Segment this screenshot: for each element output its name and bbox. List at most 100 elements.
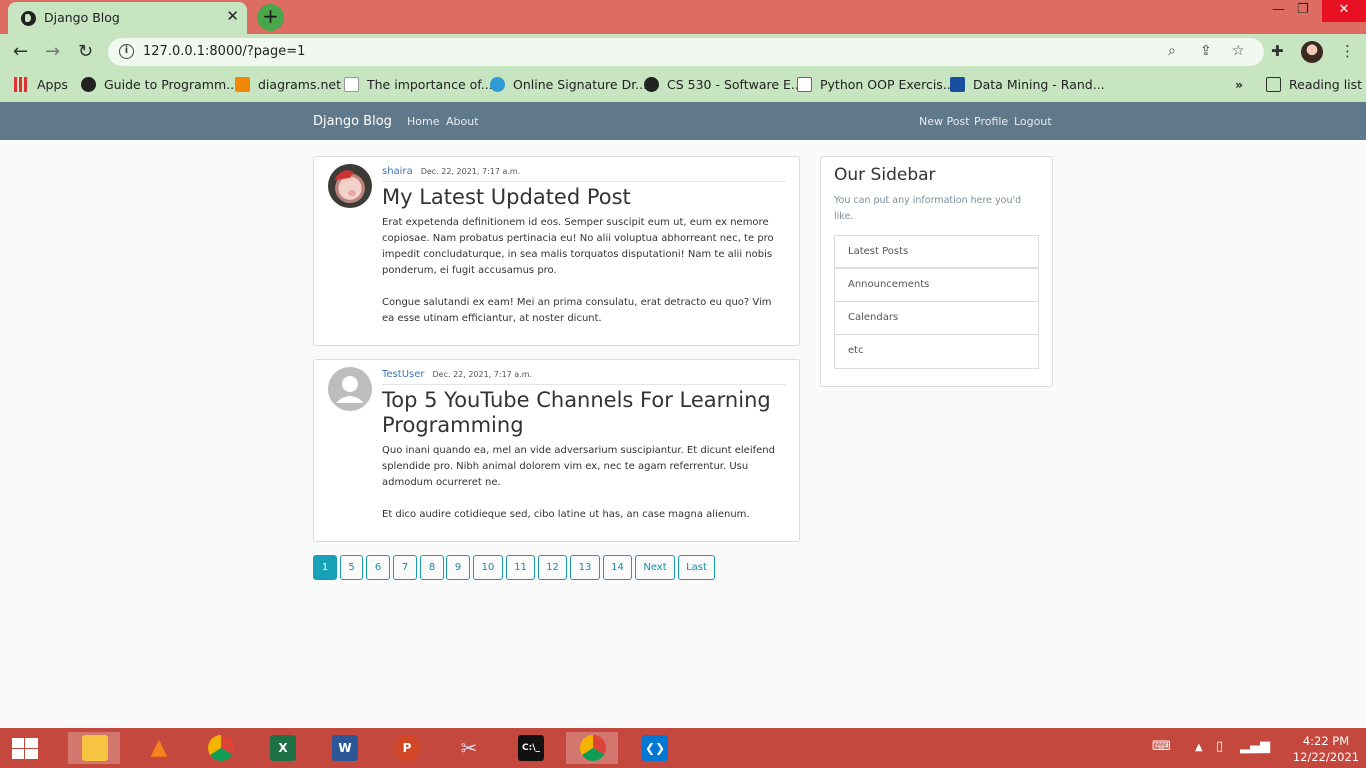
browser-tab[interactable]: Django Blog ✕ [8,2,247,34]
vlc-app[interactable]: ▲ [132,732,184,764]
share-icon[interactable]: ⇪ [1200,43,1212,59]
clock-time: 4:22 PM [1302,734,1350,748]
nav-home[interactable]: Home [407,115,439,128]
bookmark-apps[interactable]: Apps [14,77,68,92]
excel-app[interactable]: X [256,732,308,764]
page-button[interactable]: 9 [446,555,470,580]
forward-icon[interactable]: → [45,41,60,62]
nav-logout[interactable]: Logout [1014,115,1052,128]
post-date: Dec. 22, 2021, 7:17 a.m. [432,370,533,379]
reload-icon[interactable]: ↻ [78,41,93,62]
bookmark-star-icon[interactable]: ☆ [1232,43,1245,59]
excel-icon: X [270,735,296,761]
sidebar-item-calendars[interactable]: Calendars [835,302,1038,335]
page-button[interactable]: 13 [570,555,600,580]
page-button[interactable]: 5 [340,555,363,580]
bookmark-item[interactable]: Guide to Programm... [81,77,238,92]
post-author-link[interactable]: shaira [382,166,413,177]
post-paragraph: Quo inani quando ea, mel an vide adversa… [382,445,775,488]
bookmark-item[interactable]: CS 530 - Software E... [644,77,803,92]
nav-new-post[interactable]: New Post [919,115,970,128]
page-button[interactable]: 11 [506,555,535,580]
page-button[interactable]: 6 [366,555,390,580]
zoom-icon[interactable]: ⌕ [1168,43,1176,59]
clock-date: 12/22/2021 [1292,750,1360,764]
next-page-button[interactable]: Next [635,555,675,580]
bookmark-item[interactable]: diagrams.net [235,77,341,92]
chrome-profile-icon [580,735,606,761]
volume-icon[interactable]: 🔈︎ [1265,739,1273,754]
keyboard-icon[interactable]: ⌨ [1152,739,1171,754]
pig-avatar-icon [334,170,361,199]
vscode-app[interactable]: ❮❯ [628,732,680,764]
bookmarks-bar: Apps Guide to Programm... diagrams.net T… [0,70,1366,102]
page-button[interactable]: 12 [538,555,567,580]
snipping-tool-app[interactable]: ✂ [442,732,494,764]
post-paragraph: Erat expetenda definitionem id eos. Semp… [382,217,774,276]
back-icon[interactable]: ← [13,41,28,62]
new-tab-button[interactable]: + [257,4,284,31]
sidebar-list: Latest Posts Announcements Calendars etc [834,235,1039,369]
windows-start-icon[interactable] [12,738,38,759]
close-tab-icon[interactable]: ✕ [226,7,239,25]
avatar[interactable] [328,367,372,411]
sidebar-item-latest-posts[interactable]: Latest Posts [835,236,1038,269]
url-text[interactable]: 127.0.0.1:8000/?page=1 [143,44,305,59]
folder-icon [82,735,108,761]
sidebar-card: Our Sidebar You can put any information … [820,156,1053,387]
sidebar-item-etc[interactable]: etc [835,335,1038,368]
page-button[interactable]: 7 [393,555,417,580]
post-paragraph: Congue salutandi ex eam! Mei an prima co… [382,297,772,324]
globe-icon [81,77,96,92]
post-meta: shaira Dec. 22, 2021, 7:17 a.m. [382,166,520,177]
chrome-app-active[interactable] [566,732,618,764]
article-icon [344,77,359,92]
avatar[interactable] [328,164,372,208]
taskbar-clock[interactable]: 4:22 PM 12/22/2021 [1292,733,1360,765]
extensions-icon[interactable]: ✚ [1271,42,1284,60]
last-page-button[interactable]: Last [678,555,715,580]
nav-profile[interactable]: Profile [974,115,1008,128]
sidebar-item-announcements[interactable]: Announcements [835,269,1038,302]
windows-taskbar: ▲ X W P ✂ C:\_ ❮❯ ⌨ ▲ ▯ ▂▄▆ 🔈︎ 4:22 PM 1… [0,728,1366,768]
terminal-app[interactable]: C:\_ [504,732,556,764]
chrome-icon [208,735,234,761]
vscode-icon: ❮❯ [642,735,668,761]
reading-list-button[interactable]: Reading list [1266,77,1362,92]
file-explorer-app[interactable] [68,732,120,764]
chrome-app[interactable] [194,732,246,764]
diagrams-icon [235,77,250,92]
post-author-link[interactable]: TestUser [382,369,425,380]
sidebar-subtitle: You can put any information here you'd l… [834,195,1022,222]
word-app[interactable]: W [318,732,370,764]
post-title[interactable]: Top 5 YouTube Channels For Learning Prog… [382,388,786,438]
address-bar[interactable]: i 127.0.0.1:8000/?page=1 ⌕ ⇪ ☆ [108,38,1264,66]
menu-icon[interactable]: ⋮ [1340,42,1355,60]
globe-icon [644,77,659,92]
post-meta: TestUser Dec. 22, 2021, 7:17 a.m. [382,369,532,380]
page-button-current[interactable]: 1 [313,555,337,580]
powerpoint-app[interactable]: P [380,732,432,764]
minimize-icon[interactable]: — [1272,2,1285,17]
site-brand[interactable]: Django Blog [313,114,392,129]
bookmark-item[interactable]: Online Signature Dr... [490,77,647,92]
bookmark-item[interactable]: The importance of... [344,77,493,92]
page-button[interactable]: 10 [473,555,503,580]
profile-avatar[interactable] [1301,41,1323,63]
battery-icon[interactable]: ▯ [1216,739,1223,754]
nav-about[interactable]: About [446,115,479,128]
bookmark-item[interactable]: Python OOP Exercis... [797,77,955,92]
post-title[interactable]: My Latest Updated Post [382,185,786,210]
close-window-button[interactable]: ✕ [1322,0,1366,22]
more-bookmarks-icon[interactable]: » [1235,77,1243,92]
restore-icon[interactable]: ❐ [1297,2,1309,17]
browser-toolbar: ← → ↻ i 127.0.0.1:8000/?page=1 ⌕ ⇪ ☆ ✚ ⋮ [0,34,1366,70]
vlc-cone-icon: ▲ [150,735,168,760]
info-icon[interactable]: i [119,44,134,59]
page-button[interactable]: 8 [420,555,444,580]
page-button[interactable]: 14 [603,555,632,580]
scissors-icon: ✂ [460,736,478,760]
bookmark-item[interactable]: Data Mining - Rand... [950,77,1105,92]
chevron-up-icon[interactable]: ▲ [1195,742,1203,753]
python-icon [797,77,812,92]
